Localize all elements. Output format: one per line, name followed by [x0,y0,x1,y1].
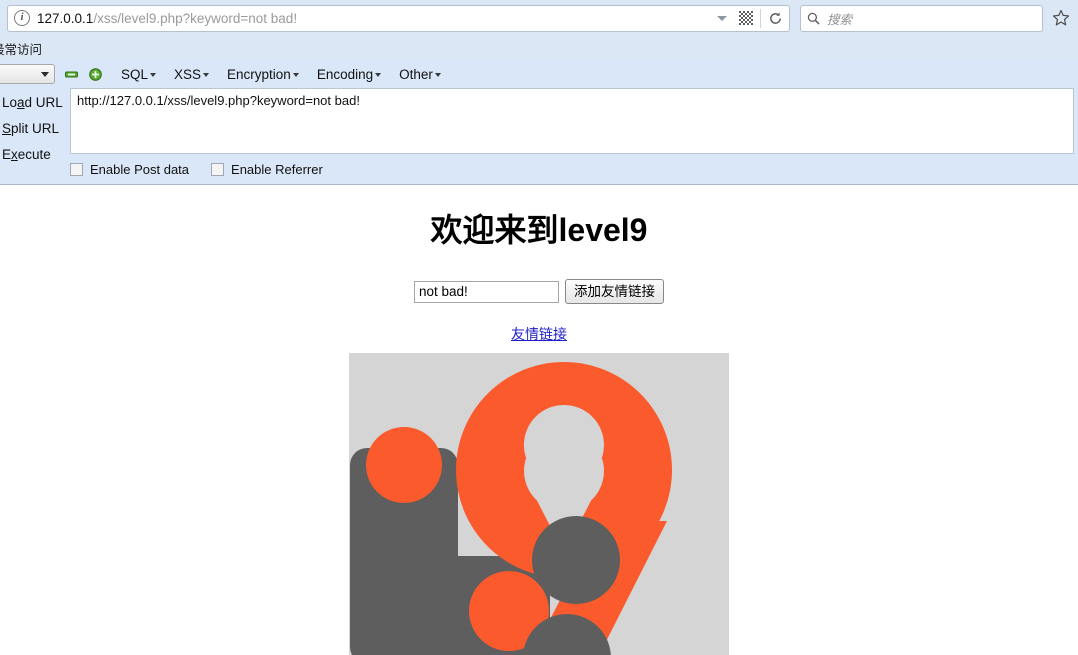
plus-icon[interactable] [88,67,103,82]
load-url-button[interactable]: Load URL [0,90,70,116]
hackbar-menu-encryption-label: Encryption [227,66,291,82]
hackbar-menu-encoding[interactable]: Encoding [316,66,382,82]
chevron-down-icon [434,72,441,77]
enable-post-data-label: Enable Post data [90,162,190,177]
friend-link[interactable]: 友情链接 [511,326,567,342]
hackbar-menu-xss[interactable]: XSS [174,66,210,82]
address-bar-text: 127.0.0.1/xss/level9.php?keyword=not bad… [37,11,710,26]
checkbox-box[interactable] [70,163,83,176]
chevron-down-icon [150,72,157,77]
enable-referrer-checkbox[interactable]: Enable Referrer [211,162,323,177]
hackbar-history-select[interactable] [0,64,55,84]
hackbar-url-textarea[interactable]: http://127.0.0.1/xss/level9.php?keyword=… [70,88,1074,154]
bookmarks-bar: 最常访问 [0,36,1078,60]
search-input[interactable]: 搜索 [827,9,852,28]
browser-chrome: i 127.0.0.1/xss/level9.php?keyword=not b… [0,0,1078,60]
hackbar-menu-other-label: Other [399,66,433,82]
page-content: 欢迎来到level9 添加友情链接 友情链接 [0,185,1078,655]
logo-wrap [0,353,1078,655]
page-title: 欢迎来到level9 [430,212,648,248]
minus-icon[interactable] [64,67,79,82]
bookmark-item-most-visited[interactable]: 最常访问 [0,37,47,60]
hackbar-menubar: SQL XSS Encryption Encoding Other [0,60,1078,88]
chevron-down-icon [375,72,382,77]
hackbar-panel: SQL XSS Encryption Encoding Other Load U… [0,60,1078,185]
hackbar-options: Enable Post data Enable Referrer [70,154,1074,180]
hackbar-action-list: Load URL Split URL Execute [0,88,70,168]
hackbar-menu-sql-label: SQL [121,66,149,82]
add-friend-link-button[interactable]: 添加友情链接 [565,279,664,304]
keyword-input[interactable] [414,280,559,303]
toolbar-divider [760,8,761,28]
address-bar-path: /xss/level9.php?keyword=not bad! [93,10,298,26]
hackbar-menu-encryption[interactable]: Encryption [227,67,299,82]
execute-button[interactable]: Execute [0,142,70,168]
hackbar-menu-sql[interactable]: SQL [121,66,157,82]
chevron-down-icon[interactable] [710,6,734,31]
hackbar-menu-xss-label: XSS [174,66,202,82]
chevron-down-icon [41,71,49,77]
hackbar-menu-other[interactable]: Other [399,67,441,82]
enable-referrer-label: Enable Referrer [231,162,323,177]
hackbar-right-pane: http://127.0.0.1/xss/level9.php?keyword=… [70,88,1078,180]
chevron-down-icon [203,72,210,77]
info-circle-icon[interactable]: i [14,10,30,26]
star-icon[interactable] [1046,4,1076,32]
chevron-down-icon [292,72,299,77]
reload-icon[interactable] [763,6,787,31]
search-icon [807,12,820,25]
navigation-toolbar: i 127.0.0.1/xss/level9.php?keyword=not b… [0,0,1078,36]
address-bar-host: 127.0.0.1 [37,10,94,26]
qr-code-icon[interactable] [734,6,758,31]
friend-link-form: 添加友情链接 [0,279,1078,304]
level9-logo-image [349,353,729,655]
enable-post-data-checkbox[interactable]: Enable Post data [70,162,189,177]
hackbar-menu-encoding-label: Encoding [316,66,374,82]
friend-link-wrap: 友情链接 [0,324,1078,344]
search-bar[interactable]: 搜索 [800,4,1043,32]
split-url-button[interactable]: Split URL [0,116,70,142]
checkbox-box[interactable] [211,163,225,176]
address-bar[interactable]: i 127.0.0.1/xss/level9.php?keyword=not b… [7,4,790,32]
hackbar-body: Load URL Split URL Execute http://127.0.… [0,88,1078,180]
